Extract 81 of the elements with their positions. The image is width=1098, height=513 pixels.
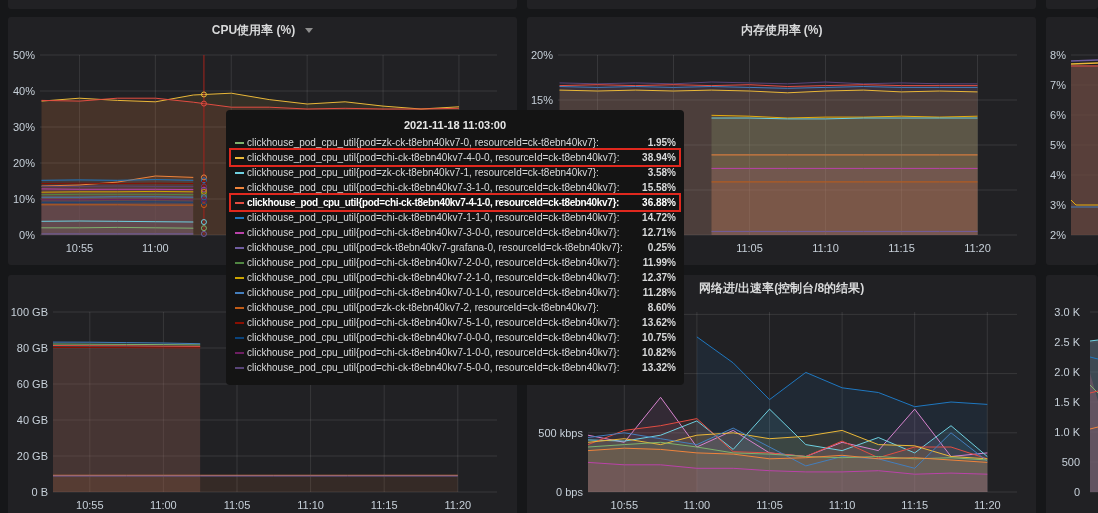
series-value: 1.95% xyxy=(647,137,676,148)
axis-label: 10% xyxy=(12,193,35,205)
series-label: clickhouse_pod_cpu_util{pod=chi-ck-t8ebn40kv7-1-0-0, resourceId=ck-t8ebn40kv7}: xyxy=(247,347,621,358)
series-value: 13.32% xyxy=(642,362,676,373)
axis-label: 0% xyxy=(19,229,35,241)
axis-label: 20% xyxy=(12,157,35,169)
axis-label: 11:10 xyxy=(297,499,324,511)
axis-label: 500 kbps xyxy=(538,426,583,439)
series-value: 15.58% xyxy=(642,182,676,193)
series-value: 10.82% xyxy=(642,347,676,358)
tooltip-time: 2021-11-18 11:03:00 xyxy=(402,118,508,133)
series-value: 12.71% xyxy=(642,227,676,238)
axis-label: 1.0 K xyxy=(1054,426,1080,438)
series-label: clickhouse_pod_cpu_util{pod=chi-ck-t8ebn40kv7-5-1-0, resourceId=ck-t8ebn40kv7}: xyxy=(247,317,621,328)
series-label: clickhouse_pod_cpu_util{pod=chi-ck-t8ebn40kv7-0-0-0, resourceId=ck-t8ebn40kv7}: xyxy=(247,332,621,343)
axis-label: 80 GB xyxy=(16,342,48,354)
series-value: 38.94% xyxy=(642,152,676,163)
axis-label: 11:05 xyxy=(223,499,251,511)
series-label: clickhouse_pod_cpu_util{pod=ck-t8ebn40kv7-grafana-0, resourceId=ck-t8ebn40kv7}: xyxy=(247,242,624,253)
axis-label: 11:15 xyxy=(370,499,398,511)
series-value: 36.88% xyxy=(642,197,676,208)
axis-label: 8% xyxy=(1050,49,1066,61)
axis-label: 4% xyxy=(1050,169,1066,181)
series-label: clickhouse_pod_cpu_util{pod=chi-ck-t8ebn40kv7-2-1-0, resourceId=ck-t8ebn40kv7}: xyxy=(247,272,621,283)
series-label: clickhouse_pod_cpu_util{pod=chi-ck-t8ebn40kv7-3-0-0, resourceId=ck-t8ebn40kv7}: xyxy=(247,227,621,238)
series-value: 13.62% xyxy=(642,317,676,328)
axis-label: 50% xyxy=(12,49,35,61)
axis-label: 11:00 xyxy=(150,499,177,511)
axis-label: 11:15 xyxy=(901,499,929,511)
axis-label: 60 GB xyxy=(16,378,48,390)
axis-label: 15% xyxy=(530,94,553,106)
axis-label: 11:00 xyxy=(683,499,711,511)
series-value: 11.99% xyxy=(642,257,676,268)
series-value: 0.25% xyxy=(647,242,676,253)
axis-label: 10:55 xyxy=(76,499,104,511)
axis-label: 0 bps xyxy=(556,486,583,498)
series-value: 12.37% xyxy=(642,272,676,283)
series-label: clickhouse_pod_cpu_util{pod=chi-ck-t8ebn40kv7-0-1-0, resourceId=ck-t8ebn40kv7}: xyxy=(247,287,621,298)
series-value: 10.75% xyxy=(642,332,676,343)
axis-label: 11:10 xyxy=(828,499,856,511)
axis-label: 0 xyxy=(1073,486,1080,498)
axis-label: 1.5 K xyxy=(1054,396,1080,408)
axis-label: 40% xyxy=(12,85,35,97)
axis-label: 10:55 xyxy=(65,242,94,254)
axis-label: 3% xyxy=(1050,199,1066,211)
series-value: 3.58% xyxy=(647,167,676,178)
axis-label: 11:05 xyxy=(756,499,783,511)
series-label: clickhouse_pod_cpu_util{pod=chi-ck-t8ebn40kv7-2-0-0, resourceId=ck-t8ebn40kv7}: xyxy=(247,257,621,268)
axis-label: 11:15 xyxy=(888,242,915,254)
series-label: clickhouse_pod_cpu_util{pod=chi-ck-t8ebn40kv7-5-0-0, resourceId=ck-t8ebn40kv7}: xyxy=(247,362,621,373)
axis-label: 11:20 xyxy=(973,499,1001,511)
axis-label: 11:20 xyxy=(444,499,472,511)
axis-label: 11:20 xyxy=(964,242,991,254)
series-label: clickhouse_pod_cpu_util{pod=chi-ck-t8ebn40kv7-4-0-0, resourceId=ck-t8ebn40kv7}: xyxy=(247,152,621,163)
series-value: 8.60% xyxy=(647,302,676,313)
axis-label: 20 GB xyxy=(16,450,48,462)
axis-label: 5% xyxy=(1050,139,1066,151)
axis-label: 500 xyxy=(1061,456,1080,468)
series-label: clickhouse_pod_cpu_util{pod=chi-ck-t8ebn40kv7-1-1-0, resourceId=ck-t8ebn40kv7}: xyxy=(247,212,621,223)
axis-label: 20% xyxy=(530,49,553,61)
series-label: clickhouse_pod_cpu_util{pod=chi-ck-t8ebn40kv7-4-1-0, resourceId=ck-t8ebn40kv7}: xyxy=(247,197,620,208)
axis-label: 11:00 xyxy=(142,242,169,254)
axis-label: 11:10 xyxy=(812,242,839,254)
axis-label: 3.0 K xyxy=(1054,306,1080,318)
series-label: clickhouse_pod_cpu_util{pod=zk-ck-t8ebn40kv7-1, resourceId=ck-t8ebn40kv7}: xyxy=(247,167,600,178)
series-label: clickhouse_pod_cpu_util{pod=zk-ck-t8ebn40kv7-0, resourceId=ck-t8ebn40kv7}: xyxy=(247,137,600,148)
series-value: 14.72% xyxy=(642,212,676,223)
axis-label: 30% xyxy=(12,121,35,133)
axis-label: 0 B xyxy=(31,486,48,498)
axis-label: 7% xyxy=(1050,79,1066,91)
axis-label: 6% xyxy=(1050,109,1066,121)
series-label: clickhouse_pod_cpu_util{pod=zk-ck-t8ebn40kv7-2, resourceId=ck-t8ebn40kv7}: xyxy=(247,302,600,313)
axis-label: 2.0 K xyxy=(1054,366,1080,378)
axis-label: 11:05 xyxy=(736,242,763,254)
axis-label: 2% xyxy=(1050,229,1066,241)
series-label: clickhouse_pod_cpu_util{pod=chi-ck-t8ebn40kv7-3-1-0, resourceId=ck-t8ebn40kv7}: xyxy=(247,182,621,193)
axis-label: 10:55 xyxy=(610,499,639,511)
axis-label: 2.5 K xyxy=(1054,336,1080,348)
axis-label: 40 GB xyxy=(16,414,48,426)
axis-label: 100 GB xyxy=(10,306,48,318)
series-value: 11.28% xyxy=(642,287,676,298)
